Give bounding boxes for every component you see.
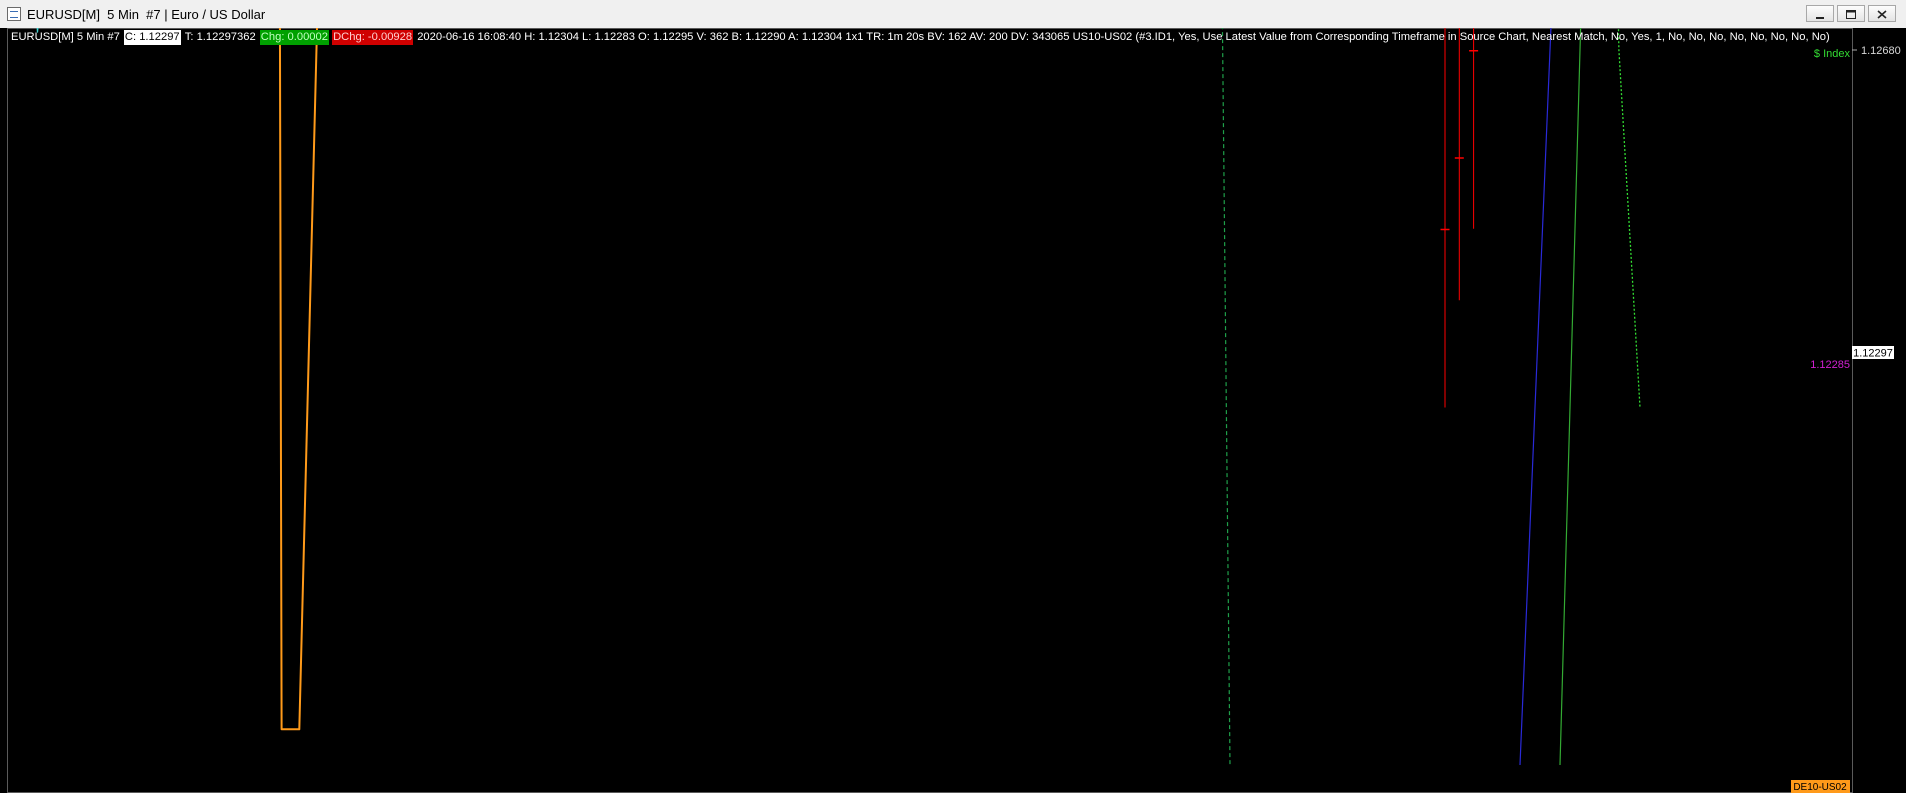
plot-layer: [7, 28, 1853, 793]
minimize-button[interactable]: [1806, 5, 1834, 22]
minimize-icon: [1816, 16, 1824, 19]
series-line-green-dashed: [1221, 28, 1231, 766]
candle-down: [1454, 157, 1464, 159]
info-dchg: DChg: -0.00928: [332, 30, 414, 45]
y-tick-label: 1.12680: [1861, 45, 1901, 57]
candle-down: [1440, 228, 1450, 231]
info-chg: Chg: 0.00002: [259, 30, 329, 45]
candle-down: [1469, 50, 1479, 52]
chart-area[interactable]: $ Index 1.12297 1.12285 DE10-US02 1.1268…: [0, 28, 1906, 793]
close-button[interactable]: [1868, 5, 1896, 22]
close-icon: [1877, 10, 1887, 19]
maximize-icon: [1846, 10, 1856, 19]
magenta-level-label: 1.12285: [1810, 359, 1850, 371]
index-legend: $ Index: [1814, 48, 1851, 60]
current-price-label: 1.12297: [1853, 348, 1893, 360]
plot-frame: [7, 28, 1853, 793]
info-symbol: EURUSD[M] 5 Min #7: [11, 31, 120, 43]
bottom-right-tag: DE10-US02: [1791, 780, 1850, 793]
series-line-orange: [278, 28, 318, 731]
info-t-value: T: 1.12297362: [184, 31, 256, 43]
info-close: C: 1.12297: [123, 30, 181, 45]
info-details: 2020-06-16 16:08:40 H: 1.12304 L: 1.1228…: [417, 31, 1830, 43]
bottom-right-label: DE10-US02: [1793, 782, 1847, 793]
chart-info-bar: EURUSD[M] 5 Min #7 C: 1.12297 T: 1.12297…: [10, 30, 1831, 45]
price-axis: $ Index 1.12297 1.12285 DE10-US02 1.1268…: [1791, 45, 1901, 793]
chart-window-icon: [7, 7, 21, 21]
maximize-button[interactable]: [1837, 5, 1865, 22]
current-price-tag: 1.12297: [1852, 346, 1894, 360]
indicator-line-blue: [1519, 28, 1552, 766]
window-title: EURUSD[M] 5 Min #7 | Euro / US Dollar: [27, 7, 266, 22]
price-chart[interactable]: $ Index 1.12297 1.12285 DE10-US02 1.1268…: [0, 28, 1906, 793]
indicator-line-green: [1559, 28, 1582, 766]
series-line-green-dotted: [1617, 28, 1641, 408]
window-titlebar: EURUSD[M] 5 Min #7 | Euro / US Dollar: [0, 0, 1906, 29]
